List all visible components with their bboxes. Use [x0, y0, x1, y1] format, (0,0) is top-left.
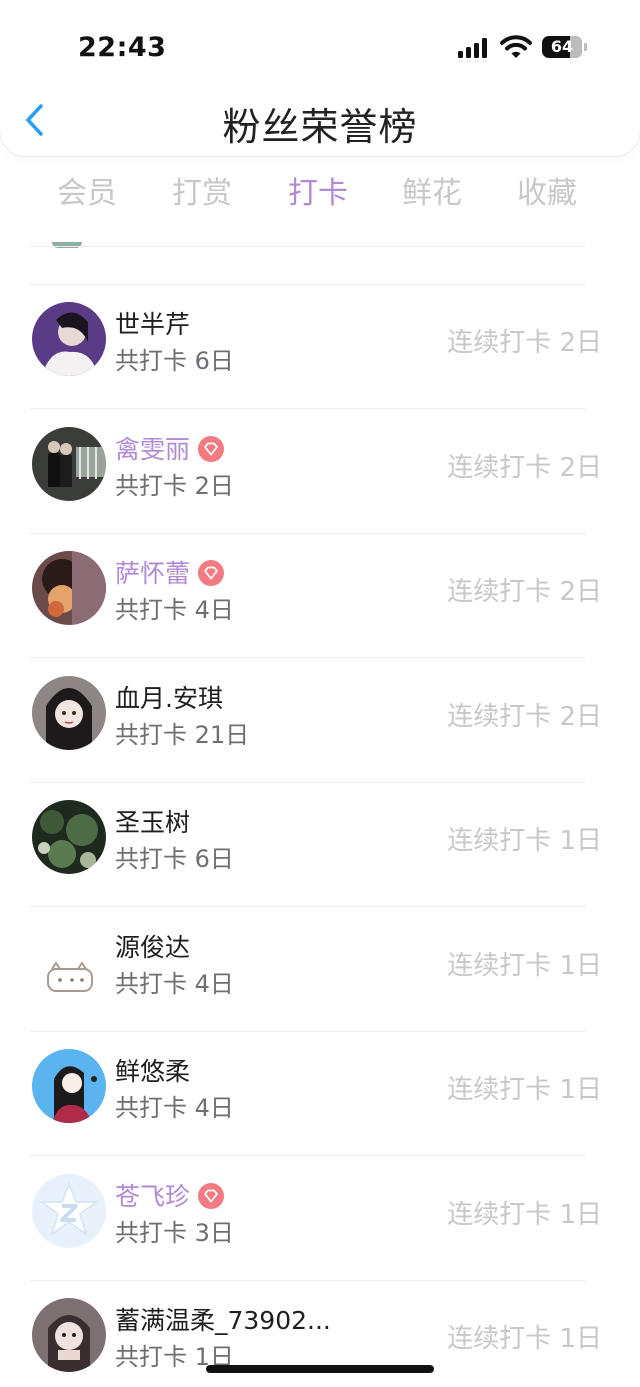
streak-days: 连续打卡 1日 [447, 951, 602, 981]
total-checkins: 共打卡 4日 [115, 970, 234, 998]
divider [30, 246, 586, 247]
page-title: 粉丝荣誉榜 [222, 105, 418, 149]
fan-name: 世半芹 [115, 305, 190, 341]
streak-days: 连续打卡 1日 [447, 1075, 602, 1105]
fan-name: 蓄满温柔_73902... [115, 1301, 331, 1337]
list-item[interactable]: 血月.安琪 共打卡 21日 连续打卡 2日 [0, 658, 640, 782]
tab-members[interactable]: 会员 [57, 168, 117, 212]
fan-name: 萨怀蕾 [115, 554, 225, 590]
vip-gem-icon [198, 1183, 225, 1209]
avatar[interactable] [32, 925, 106, 999]
tab-bar: 会员 打赏 打卡 鲜花 收藏 [0, 168, 640, 216]
total-checkins: 共打卡 2日 [115, 472, 234, 500]
avatar[interactable] [32, 676, 106, 750]
tab-flowers[interactable]: 鲜花 [402, 168, 462, 212]
fan-name: 鲜悠柔 [115, 1052, 190, 1088]
list-item[interactable]: 禽雯丽 共打卡 2日 连续打卡 2日 [0, 409, 640, 533]
total-checkins: 共打卡 21日 [115, 721, 250, 749]
fan-name-text: 源俊达 [115, 933, 191, 962]
avatar[interactable] [32, 800, 106, 874]
fan-name: 禽雯丽 [115, 430, 225, 466]
fan-name-text: 圣玉树 [115, 808, 191, 837]
total-checkins: 共打卡 4日 [115, 596, 234, 624]
fan-name: 苍飞珍 [115, 1177, 225, 1213]
cellular-signal-icon [458, 38, 490, 58]
header-bar: 22:43 64 粉丝荣誉榜 [0, 0, 640, 156]
streak-days: 连续打卡 1日 [447, 826, 602, 856]
streak-days: 连续打卡 2日 [447, 702, 602, 732]
avatar[interactable] [32, 551, 106, 625]
wifi-icon [500, 35, 532, 59]
list-item[interactable]: 苍飞珍 共打卡 3日 连续打卡 1日 [0, 1156, 640, 1280]
streak-days: 连续打卡 2日 [447, 328, 602, 358]
battery-level: 64 [550, 37, 574, 56]
avatar [52, 242, 82, 248]
vip-gem-icon [198, 560, 225, 586]
tab-rewards[interactable]: 打赏 [172, 168, 232, 212]
list-item[interactable]: 萨怀蕾 共打卡 4日 连续打卡 2日 [0, 533, 640, 657]
avatar[interactable] [32, 1174, 106, 1248]
streak-days: 连续打卡 2日 [447, 577, 602, 607]
streak-days: 连续打卡 2日 [447, 453, 602, 483]
fan-name: 血月.安琪 [115, 679, 223, 715]
list-item[interactable]: 圣玉树 共打卡 6日 连续打卡 1日 [0, 782, 640, 906]
total-checkins: 共打卡 6日 [115, 347, 234, 375]
status-time: 22:43 [78, 32, 167, 63]
battery-icon: 64 [542, 36, 588, 58]
total-checkins: 共打卡 3日 [115, 1219, 234, 1247]
avatar[interactable] [32, 427, 106, 501]
list-item[interactable]: 源俊达 共打卡 4日 连续打卡 1日 [0, 907, 640, 1031]
fan-name-text: 蓄满温柔_73902... [115, 1306, 331, 1335]
fan-name-text: 鲜悠柔 [115, 1057, 191, 1086]
fan-name: 圣玉树 [115, 803, 190, 839]
home-indicator[interactable] [206, 1365, 434, 1373]
streak-days: 连续打卡 1日 [447, 1324, 602, 1354]
avatar[interactable] [32, 302, 106, 376]
fan-name-text: 萨怀蕾 [115, 559, 191, 588]
status-bar: 22:43 64 [0, 0, 640, 94]
avatar[interactable] [32, 1049, 106, 1123]
tab-checkin[interactable]: 打卡 [288, 168, 348, 212]
tab-favorites[interactable]: 收藏 [517, 168, 577, 212]
total-checkins: 共打卡 6日 [115, 845, 234, 873]
fan-name: 源俊达 [115, 928, 190, 964]
avatar[interactable] [32, 1298, 106, 1372]
list-item[interactable]: 鲜悠柔 共打卡 4日 连续打卡 1日 [0, 1031, 640, 1155]
fan-name-text: 苍飞珍 [115, 1182, 191, 1211]
vip-gem-icon [198, 436, 225, 462]
fan-name-text: 世半芹 [115, 310, 191, 339]
total-checkins: 共打卡 4日 [115, 1094, 234, 1122]
fan-name-text: 血月.安琪 [115, 684, 223, 713]
fan-name-text: 禽雯丽 [115, 435, 191, 464]
streak-days: 连续打卡 1日 [447, 1200, 602, 1230]
list-item[interactable]: 世半芹 共打卡 6日 连续打卡 2日 [0, 284, 640, 408]
